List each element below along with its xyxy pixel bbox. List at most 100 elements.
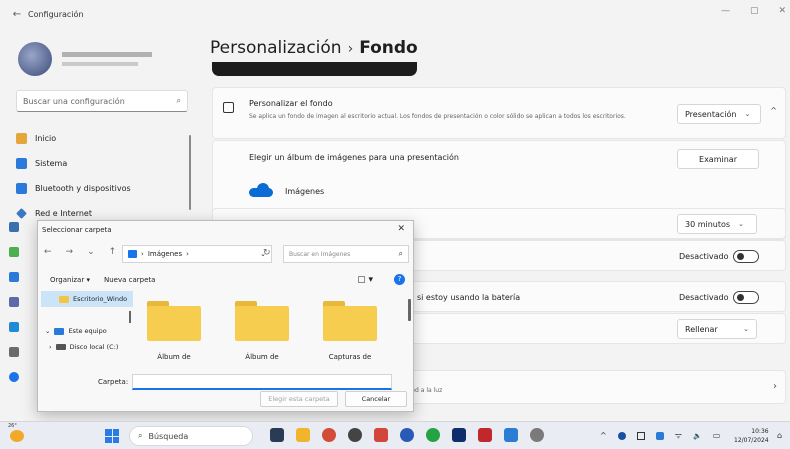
dialog-close-button[interactable]: ✕ (397, 224, 405, 234)
folder-icon (147, 301, 201, 341)
expand-chevron-icon[interactable]: ⌄ (45, 327, 50, 335)
windows-start-icon[interactable] (105, 429, 119, 443)
personalize-description: Se aplica un fondo de imagen al escritor… (249, 113, 626, 120)
tray-app-icon[interactable] (636, 431, 645, 440)
brave-icon[interactable] (374, 428, 388, 442)
minimize-button[interactable]: — (721, 6, 730, 16)
taskbar-apps (270, 428, 544, 442)
accounts-icon[interactable] (9, 272, 19, 282)
vivaldi-icon[interactable] (322, 428, 336, 442)
file-explorer-icon[interactable] (296, 428, 310, 442)
folder-item[interactable]: Álbum de (232, 301, 292, 361)
refresh-icon[interactable]: ↻ (263, 248, 271, 258)
dialog-search-input[interactable]: Buscar en Imágenes ⌕ (283, 245, 409, 263)
interval-dropdown[interactable]: 30 minutos ⌄ (677, 214, 757, 234)
sidebar-item-label: Red e Internet (35, 209, 92, 218)
user-profile[interactable] (18, 42, 152, 76)
folder-icon (235, 301, 289, 341)
browse-button[interactable]: Examinar (677, 149, 759, 169)
background-type-dropdown[interactable]: Presentación ⌄ (677, 104, 761, 124)
breadcrumb-parent[interactable]: Personalización (210, 38, 342, 58)
sidebar-nav: Inicio Sistema Bluetooth y dispositivos … (14, 126, 194, 226)
tree-item-disco-local[interactable]: › Disco local (C:) (41, 339, 133, 355)
settings-search-placeholder: Buscar una configuración (23, 96, 125, 106)
dialog-title: Seleccionar carpeta (42, 226, 112, 234)
organize-button[interactable]: Organizar ▾ (50, 276, 90, 284)
tree-item-este-equipo[interactable]: ⌄ Este equipo (41, 323, 133, 339)
privacy-icon[interactable] (9, 347, 19, 357)
photoshop-icon[interactable] (452, 428, 466, 442)
new-folder-button[interactable]: Nueva carpeta (104, 276, 155, 284)
back-icon[interactable]: ← (44, 247, 52, 257)
indesign-icon[interactable] (478, 428, 492, 442)
notification-icon[interactable]: ⌂ (777, 431, 782, 440)
folder-item-label: Capturas de (328, 353, 372, 361)
tray-app-icon[interactable] (617, 431, 626, 440)
fit-dropdown[interactable]: Rellenar ⌄ (677, 319, 757, 339)
select-folder-button[interactable]: Elegir esta carpeta (260, 391, 338, 407)
weather-widget[interactable]: 26° (8, 423, 28, 444)
sidebar-partial-icons (9, 222, 19, 397)
back-arrow-icon[interactable]: ← (6, 9, 28, 20)
battery-toggle[interactable] (733, 291, 759, 304)
address-location[interactable]: Imágenes (148, 250, 182, 258)
update-icon[interactable] (9, 372, 19, 382)
album-title: Elegir un álbum de imágenes para una pre… (249, 153, 459, 162)
wifi-icon[interactable]: ᯤ (675, 430, 682, 441)
folder-field-label: Carpeta: (98, 378, 129, 386)
pictures-folder-icon (128, 250, 137, 258)
sidebar-scrollbar[interactable] (189, 135, 191, 210)
settings-search-input[interactable]: Buscar una configuración ⌕ (16, 90, 188, 112)
show-hidden-icons-chevron[interactable]: ^ (600, 431, 607, 440)
weather-sun-icon (10, 430, 24, 442)
taskbar: 26° ⌕ Búsqueda ^ ᯤ 🔈 ▭ 10:36 12/07/2024 … (0, 421, 790, 449)
file-list-scrollbar[interactable] (408, 299, 411, 321)
profile-email-blurred (62, 62, 138, 66)
tree-item-escritorio[interactable]: Escritorio_Windo (41, 291, 133, 307)
breadcrumb: Personalización › Fondo (210, 38, 418, 58)
signal-icon[interactable] (400, 428, 414, 442)
view-options-button[interactable]: ▢ ▾ (357, 275, 373, 285)
navigation-pane-scrollbar[interactable] (129, 311, 131, 323)
close-button[interactable]: ✕ (778, 6, 786, 16)
recent-locations-icon[interactable]: ⌄ (87, 247, 95, 257)
folder-name-input[interactable] (132, 374, 393, 390)
weather-temperature: 26° (8, 423, 17, 429)
folder-item[interactable]: Capturas de (320, 301, 380, 361)
time-language-icon[interactable] (9, 297, 19, 307)
cancel-button[interactable]: Cancelar (345, 391, 407, 407)
system-icon (16, 158, 27, 169)
folder-item[interactable]: Álbum de (144, 301, 204, 361)
settings-gear-icon[interactable] (530, 428, 544, 442)
task-view-icon[interactable] (270, 428, 284, 442)
computer-icon (54, 327, 65, 335)
maximize-button[interactable]: ▢ (750, 6, 759, 16)
whatsapp-icon[interactable] (426, 428, 440, 442)
tree-item-label: Este equipo (68, 327, 107, 335)
personalization-icon[interactable] (9, 222, 19, 232)
sidebar-item-inicio[interactable]: Inicio (14, 126, 194, 151)
sidebar-item-sistema[interactable]: Sistema (14, 151, 194, 176)
address-separator: › (141, 250, 144, 258)
taskbar-clock[interactable]: 10:36 12/07/2024 (734, 427, 769, 445)
help-icon[interactable]: ? (394, 274, 405, 285)
personalize-title: Personalizar el fondo (249, 99, 333, 108)
apps-icon[interactable] (9, 247, 19, 257)
shuffle-toggle[interactable] (733, 250, 759, 263)
accessibility-icon[interactable] (9, 322, 19, 332)
search-icon: ⌕ (176, 96, 181, 105)
expand-chevron-icon[interactable]: › (49, 343, 52, 351)
chevron-up-icon[interactable]: ^ (770, 106, 777, 115)
taskbar-search[interactable]: ⌕ Búsqueda (129, 426, 253, 446)
volume-icon[interactable]: 🔈 (693, 432, 702, 440)
app-icon[interactable] (348, 428, 362, 442)
word-icon[interactable] (504, 428, 518, 442)
profile-text-redacted (62, 52, 152, 66)
personalize-background-card[interactable]: Personalizar el fondo Se aplica un fondo… (212, 87, 786, 139)
address-bar[interactable]: › Imágenes › ⌄ (122, 245, 272, 263)
sidebar-item-bluetooth[interactable]: Bluetooth y dispositivos (14, 176, 194, 201)
bluetooth-tray-icon[interactable] (655, 431, 664, 440)
battery-icon[interactable]: ▭ (713, 431, 721, 440)
up-icon[interactable]: ↑ (109, 247, 117, 257)
forward-icon[interactable]: → (66, 247, 74, 257)
